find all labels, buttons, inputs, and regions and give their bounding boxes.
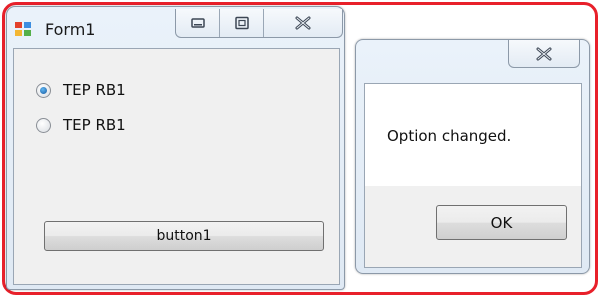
close-button[interactable] (264, 9, 342, 37)
window-controls (175, 9, 343, 38)
form1-title: Form1 (45, 20, 96, 39)
form1-window[interactable]: Form1 TEP RB1 TEP RB1 button1 (6, 6, 345, 290)
message-box-client-area: Option changed. OK (364, 83, 582, 268)
close-icon (295, 16, 311, 30)
minimize-icon (190, 18, 205, 28)
radio-option-label: TEP RB1 (63, 81, 126, 99)
maximize-icon (234, 16, 249, 30)
close-icon (536, 47, 552, 60)
radio-button-unchecked[interactable] (36, 117, 51, 133)
form1-title-bar[interactable]: Form1 (7, 7, 344, 47)
winforms-app-icon (15, 22, 33, 38)
radio-option-2[interactable]: TEP RB1 (36, 114, 126, 136)
button1[interactable]: button1 (44, 221, 324, 251)
message-text: Option changed. (387, 127, 512, 145)
radio-option-1[interactable]: TEP RB1 (36, 79, 126, 101)
message-box-close-button[interactable] (508, 40, 580, 68)
maximize-button[interactable] (220, 9, 264, 37)
ok-button[interactable]: OK (436, 205, 567, 240)
form1-client-area: TEP RB1 TEP RB1 button1 (13, 48, 340, 285)
radio-button-checked[interactable] (36, 82, 51, 98)
radio-option-label: TEP RB1 (63, 116, 126, 134)
minimize-button[interactable] (176, 9, 220, 37)
message-box-window[interactable]: Option changed. OK (355, 39, 590, 274)
